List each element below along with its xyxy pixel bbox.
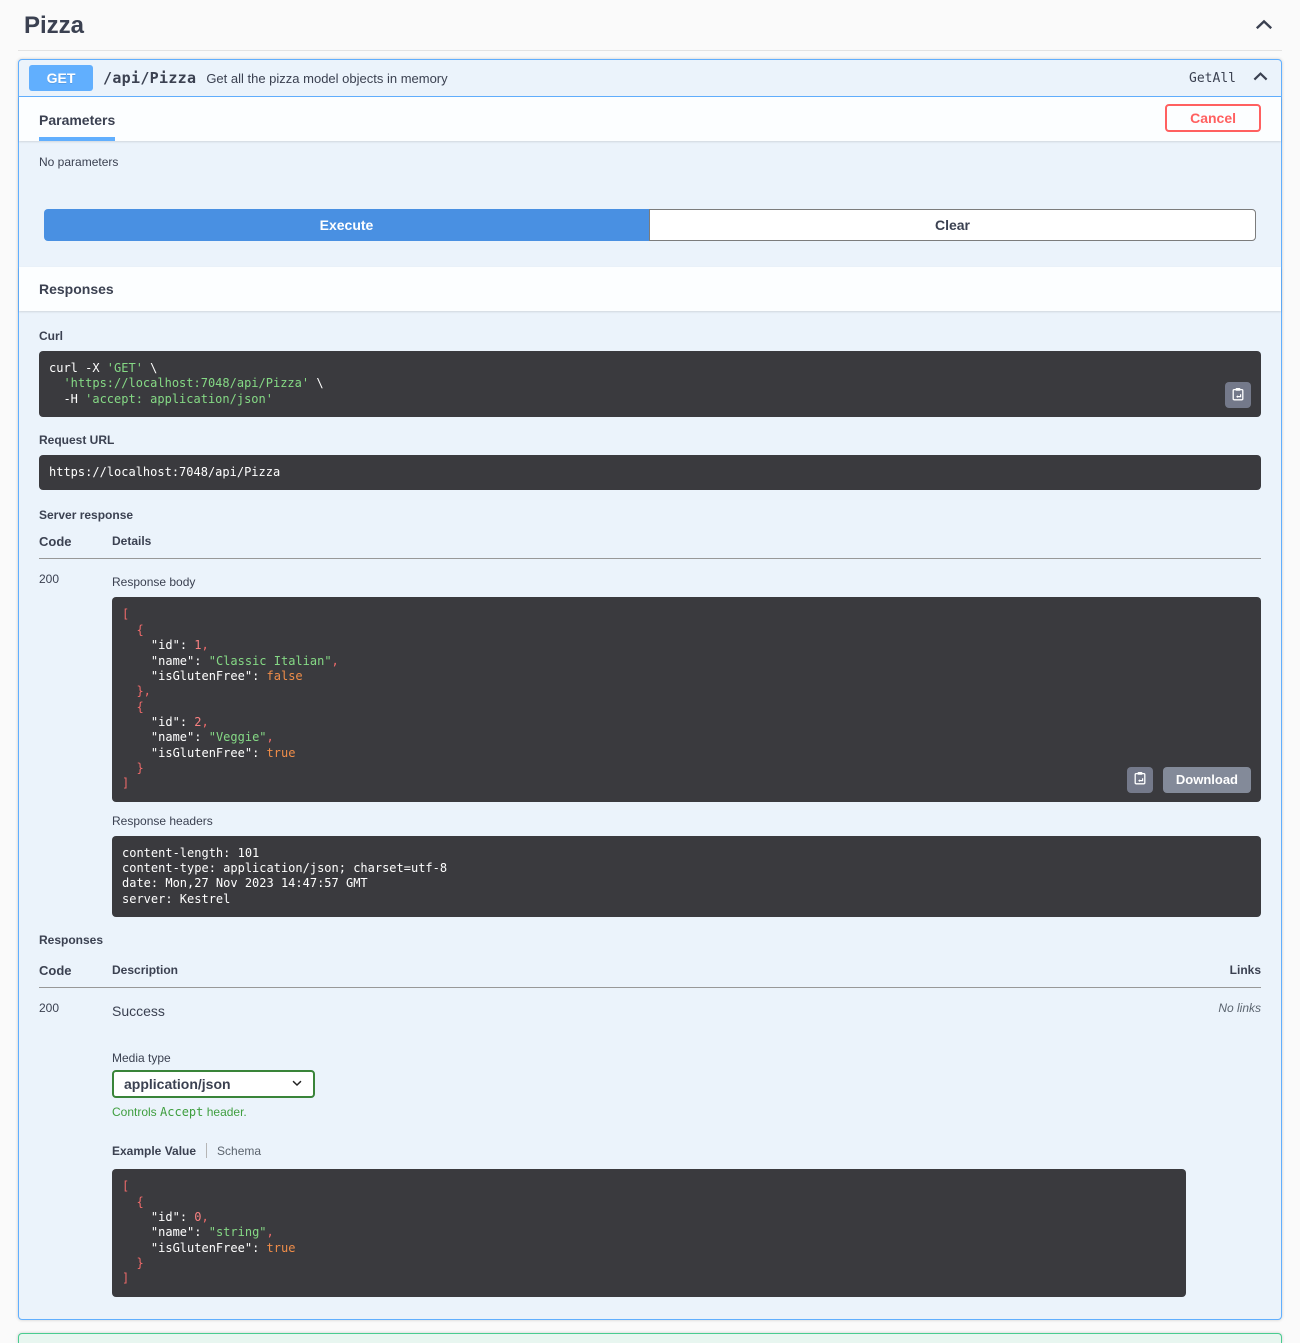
curl-label: Curl: [39, 329, 1261, 343]
execute-button[interactable]: Execute: [44, 209, 649, 241]
clipboard-copy-icon: [1231, 387, 1245, 404]
tab-parameters-label: Parameters: [39, 112, 115, 128]
endpoint-summary: Get all the pizza model objects in memor…: [206, 71, 447, 86]
tab-parameters[interactable]: Parameters: [39, 112, 115, 141]
live-status-code: 200: [39, 572, 112, 917]
response-body-label: Response body: [112, 575, 1261, 589]
live-details-column-header: Details: [112, 534, 151, 549]
page-title: Pizza: [24, 12, 84, 40]
no-parameters-text: No parameters: [39, 155, 1261, 169]
collapse-tag-button[interactable]: [1252, 13, 1276, 40]
live-response-row: 200 Response body [ { "id": 1, "name": "…: [39, 559, 1261, 917]
curl-command: curl -X 'GET' \ 'https://localhost:7048/…: [39, 351, 1261, 417]
media-type-label: Media type: [112, 1051, 1261, 1065]
chevron-up-icon: [1254, 23, 1274, 38]
operation-id: GetAll: [1189, 71, 1236, 86]
live-code-column-header: Code: [39, 534, 112, 549]
operation-block-get: GET /api/Pizza Get all the pizza model o…: [18, 59, 1282, 1320]
response-headers-label: Response headers: [112, 814, 1261, 828]
tab-schema[interactable]: Schema: [217, 1144, 261, 1158]
chevron-up-icon: [1252, 73, 1269, 88]
documented-responses: Responses Code Description Links 200 Suc…: [39, 933, 1261, 1297]
response-headers-code: content-length: 101content-type: applica…: [112, 836, 1261, 917]
doc-description-column-header: Description: [112, 963, 178, 978]
media-type-value: application/json: [124, 1076, 231, 1092]
operation-summary[interactable]: GET /api/Pizza Get all the pizza model o…: [19, 60, 1281, 97]
doc-code-column-header: Code: [39, 963, 112, 978]
request-url-label: Request URL: [39, 433, 1261, 447]
execute-button-group: Execute Clear: [44, 209, 1256, 241]
doc-links-column-header: Links: [1230, 963, 1261, 978]
media-type-select[interactable]: application/json: [112, 1070, 315, 1098]
doc-response-row: 200 Success Media type application/json …: [39, 988, 1261, 1297]
copy-response-button[interactable]: [1127, 767, 1153, 793]
copy-curl-button[interactable]: [1225, 382, 1251, 408]
tab-example-value[interactable]: Example Value: [112, 1144, 196, 1158]
doc-status-code: 200: [39, 1001, 112, 1297]
no-links-text: No links: [1218, 1001, 1261, 1015]
controls-accept-note: Controls Accept header.: [112, 1105, 1261, 1119]
response-description: Success: [112, 1001, 1261, 1019]
collapse-operation-button[interactable]: [1250, 66, 1271, 90]
next-operation-block-collapsed[interactable]: [18, 1333, 1282, 1343]
request-url-value: https://localhost:7048/api/Pizza: [39, 455, 1261, 490]
http-method-badge: GET: [29, 65, 93, 91]
server-response-label: Server response: [39, 508, 1261, 522]
tag-header: Pizza: [18, 0, 1282, 51]
endpoint-path[interactable]: /api/Pizza: [103, 69, 196, 87]
responses-section-header: Responses: [19, 267, 1281, 311]
example-value-code: [ { "id": 0, "name": "string", "isGluten…: [112, 1169, 1186, 1297]
parameters-header: Parameters Cancel: [19, 97, 1281, 141]
doc-responses-title: Responses: [39, 933, 1261, 947]
download-button[interactable]: Download: [1163, 767, 1251, 793]
chevron-down-icon: [291, 1076, 303, 1092]
tab-divider: [206, 1143, 207, 1158]
clear-button[interactable]: Clear: [649, 209, 1256, 241]
response-body-code: [ { "id": 1, "name": "Classic Italian", …: [112, 597, 1261, 801]
clipboard-copy-icon: [1133, 771, 1147, 788]
live-responses-table: Code Details 200 Response body [ { "id":…: [39, 534, 1261, 917]
cancel-button[interactable]: Cancel: [1165, 104, 1261, 132]
responses-section-title: Responses: [39, 281, 114, 297]
